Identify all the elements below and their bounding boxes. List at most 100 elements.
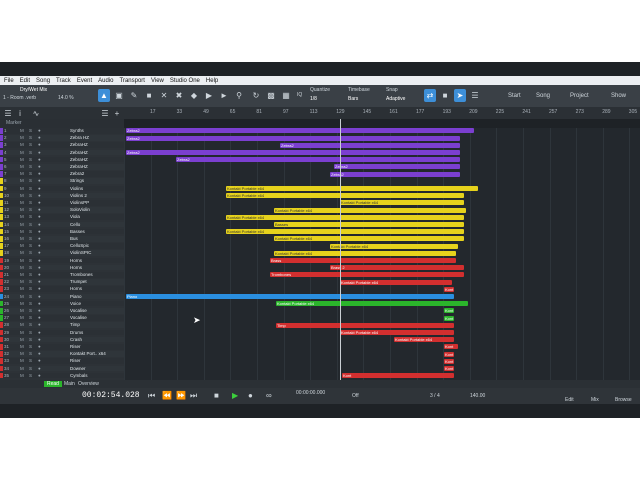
record-arm-icon[interactable]: ●: [38, 128, 41, 134]
grid-tool-icon[interactable]: ▦: [280, 89, 292, 102]
track-row[interactable]: 5 M S ● ZebraHZ: [0, 156, 124, 163]
track-row[interactable]: 18 M S ● ViolinSPIC: [0, 250, 124, 257]
timeline-ruler[interactable]: 17 33 49 65 81 97 113 129 145 161 177 193 209 225 241 2…: [124, 107, 640, 119]
track-name[interactable]: Horns: [70, 258, 82, 264]
event-clip[interactable]: Timp: [276, 322, 454, 328]
mute-icon[interactable]: M: [20, 337, 24, 343]
track-row[interactable]: 4 M S ● ZebraHZ: [0, 149, 124, 156]
track-name[interactable]: Timp: [70, 322, 80, 328]
solo-icon[interactable]: S: [29, 265, 32, 271]
mute-icon[interactable]: M: [20, 164, 24, 170]
record-arm-icon[interactable]: ●: [38, 315, 41, 321]
record-arm-icon[interactable]: ●: [38, 178, 41, 184]
mute-icon[interactable]: M: [20, 157, 24, 163]
record-arm-icon[interactable]: ●: [38, 222, 41, 228]
record-arm-icon[interactable]: ●: [38, 164, 41, 170]
event-clip[interactable]: Kontakt Portable x64: [226, 193, 464, 199]
track-name[interactable]: Violins: [70, 186, 83, 192]
mute-icon[interactable]: M: [20, 186, 24, 192]
edit-button[interactable]: Edit: [565, 397, 574, 403]
solo-icon[interactable]: S: [29, 128, 32, 134]
solo-icon[interactable]: S: [29, 135, 32, 141]
track-row[interactable]: 15 M S ● Basses: [0, 228, 124, 235]
track-row[interactable]: 29 M S ● Drums: [0, 329, 124, 336]
track-name[interactable]: Violins 2: [70, 193, 87, 199]
solo-icon[interactable]: S: [29, 193, 32, 199]
solo-icon[interactable]: S: [29, 308, 32, 314]
track-row[interactable]: 7 M S ● Zebra2: [0, 171, 124, 177]
mute-icon[interactable]: M: [20, 294, 24, 300]
mute-icon[interactable]: M: [20, 214, 24, 220]
record-arm-icon[interactable]: ●: [38, 337, 41, 343]
solo-icon[interactable]: S: [29, 229, 32, 235]
autoscroll-icon[interactable]: ■: [439, 89, 451, 102]
track-name[interactable]: SoloViolin: [70, 207, 90, 213]
event-clip[interactable]: Kont: [444, 344, 458, 350]
event-clip[interactable]: Kontakt Portable x64: [340, 279, 452, 285]
record-arm-icon[interactable]: ●: [38, 236, 41, 242]
track-row[interactable]: 2 M S ● Zebra HZ: [0, 135, 124, 141]
mute-tool-icon[interactable]: ✖: [173, 89, 185, 102]
mute-icon[interactable]: M: [20, 286, 24, 292]
event-clip[interactable]: Kont: [342, 373, 454, 379]
track-row[interactable]: 31 M S ● Riser: [0, 344, 124, 350]
track-row[interactable]: 1 M S ● Synths: [0, 128, 124, 134]
record-arm-icon[interactable]: ●: [38, 142, 41, 148]
event-clip[interactable]: Kont: [444, 308, 454, 314]
mute-icon[interactable]: M: [20, 222, 24, 228]
track-row[interactable]: 35 M S ● Cymbals: [0, 372, 124, 379]
time-signature[interactable]: 3 / 4: [430, 393, 440, 399]
track-name[interactable]: Drums: [70, 330, 83, 336]
track-name[interactable]: Downer: [70, 366, 86, 372]
quantize-select[interactable]: 1/8: [310, 96, 317, 102]
timebase-select[interactable]: Bars: [348, 96, 358, 102]
event-clip[interactable]: Kont: [444, 358, 454, 364]
start-button[interactable]: Start: [508, 93, 521, 99]
record-arm-icon[interactable]: ●: [38, 366, 41, 372]
record-arm-icon[interactable]: ●: [38, 330, 41, 336]
record-arm-icon[interactable]: ●: [38, 322, 41, 328]
event-clip[interactable]: Piano: [126, 294, 454, 299]
mute-icon[interactable]: M: [20, 193, 24, 199]
forward-icon[interactable]: ⏩: [176, 391, 186, 400]
event-clip[interactable]: Kontakt Portable x64: [340, 200, 464, 206]
event-clip[interactable]: Kontakt Portable x64: [226, 214, 464, 220]
track-name[interactable]: Horns: [70, 286, 82, 292]
menu-edit[interactable]: Edit: [20, 78, 30, 84]
solo-icon[interactable]: S: [29, 142, 32, 148]
event-clip[interactable]: Kontakt Portable x64: [226, 229, 464, 235]
mute-icon[interactable]: M: [20, 265, 24, 271]
record-icon[interactable]: ●: [248, 391, 253, 400]
menu-event[interactable]: Event: [77, 78, 92, 84]
event-clip[interactable]: Kont: [444, 315, 454, 321]
record-arm-icon[interactable]: ●: [38, 294, 41, 300]
track-row[interactable]: 14 M S ● Cello: [0, 221, 124, 228]
mute-icon[interactable]: M: [20, 301, 24, 307]
track-name[interactable]: Zebra HZ: [70, 135, 89, 141]
track-row[interactable]: 34 M S ● Downer: [0, 365, 124, 372]
stop-icon[interactable]: ■: [214, 391, 219, 400]
record-arm-icon[interactable]: ●: [38, 308, 41, 314]
mute-icon[interactable]: M: [20, 171, 24, 177]
event-clip[interactable]: Brass 2: [330, 265, 464, 271]
mute-icon[interactable]: M: [20, 250, 24, 256]
mute-icon[interactable]: M: [20, 308, 24, 314]
track-name[interactable]: Basses: [70, 229, 85, 235]
mute-icon[interactable]: M: [20, 178, 24, 184]
record-arm-icon[interactable]: ●: [38, 243, 41, 249]
track-row[interactable]: 23 M S ● Horns: [0, 286, 124, 293]
mute-icon[interactable]: M: [20, 128, 24, 134]
track-name[interactable]: Zebra2: [70, 171, 84, 177]
record-arm-icon[interactable]: ●: [38, 258, 41, 264]
event-clip[interactable]: Zebra2: [334, 164, 460, 170]
mute-icon[interactable]: M: [20, 279, 24, 285]
menu-studio-one[interactable]: Studio One: [170, 78, 200, 84]
event-clip[interactable]: Trombones: [270, 272, 464, 278]
snap-select[interactable]: Adaptive: [386, 96, 405, 102]
track-name[interactable]: Kontakt Port.. x64: [70, 351, 106, 357]
record-arm-icon[interactable]: ●: [38, 229, 41, 235]
event-clip[interactable]: Kont: [444, 286, 454, 292]
track-row[interactable]: 16 M S ● Bus: [0, 236, 124, 242]
menu-transport[interactable]: Transport: [120, 78, 145, 84]
menu-view[interactable]: View: [151, 78, 164, 84]
